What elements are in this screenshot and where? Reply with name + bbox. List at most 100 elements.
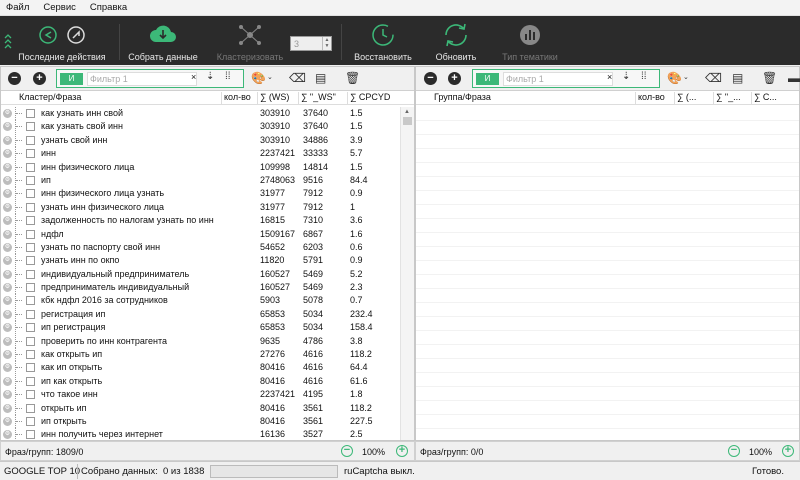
table-row[interactable]: ⚙ ип 2748063 9516 84.4	[1, 173, 400, 187]
menu-file[interactable]: Файл	[6, 2, 29, 13]
column-header-exact-ws[interactable]: ∑ "_WS"	[301, 92, 336, 102]
table-row[interactable]: ⚙ узнать по паспорту свой инн 54652 6203 0.6	[1, 240, 400, 254]
chevron-down-icon[interactable]: ⌄	[683, 73, 689, 81]
scroll-up-icon[interactable]: ▲	[404, 109, 410, 115]
table-row[interactable]: ⚙ предприниматель индивидуальный 160527 546…	[1, 281, 400, 295]
column-header-cluster[interactable]: Кластер/Фраза	[19, 92, 81, 102]
row-settings-icon[interactable]: ⚙	[3, 350, 12, 360]
expand-all-button[interactable]: +	[33, 72, 46, 85]
row-settings-icon[interactable]: ⚙	[3, 269, 12, 279]
table-row[interactable]: ⚙ инн физического лица 109998 14814 1.5	[1, 160, 400, 174]
table-row[interactable]: ⚙ узнать свой инн 303910 34886 3.9	[1, 133, 400, 147]
row-settings-icon[interactable]: ⚙	[3, 403, 12, 413]
row-settings-icon[interactable]: ⚙	[3, 189, 12, 199]
cluster-button[interactable]: Кластеризовать	[212, 16, 288, 65]
filter-sort-icon[interactable]: ⇣	[622, 71, 630, 82]
row-settings-icon[interactable]: ⚙	[3, 283, 12, 293]
recent-actions-button[interactable]: Последние действия	[14, 16, 110, 65]
column-header-ws[interactable]: ∑ (WS)	[260, 92, 289, 102]
row-settings-icon[interactable]: ⚙	[3, 229, 12, 239]
collapse-all-button[interactable]: −	[8, 72, 21, 85]
row-checkbox[interactable]	[26, 336, 35, 346]
row-settings-icon[interactable]: ⚙	[3, 122, 12, 132]
column-header-cpcyd[interactable]: ∑ CPCYD	[350, 92, 390, 102]
row-checkbox[interactable]	[26, 350, 35, 360]
export-icon[interactable]: ▤	[315, 71, 326, 85]
table-row[interactable]: ⚙ ип как открыть 80416 4616 61.6	[1, 374, 400, 388]
row-checkbox[interactable]	[26, 269, 35, 279]
row-checkbox[interactable]	[26, 323, 35, 333]
row-settings-icon[interactable]: ⚙	[3, 376, 12, 386]
palette-icon[interactable]: 🎨	[251, 71, 266, 85]
collapse-toolbar-button[interactable]	[2, 16, 14, 65]
table-row[interactable]: ⚙ инн 2237421 33333 5.7	[1, 147, 400, 161]
row-checkbox[interactable]	[26, 309, 35, 319]
save-icon[interactable]: ▬	[788, 71, 800, 85]
column-header-ws[interactable]: ∑ (...	[677, 92, 696, 102]
row-checkbox[interactable]	[26, 202, 35, 212]
filter-options-icon[interactable]: ⁞⁞	[641, 71, 647, 82]
export-icon[interactable]: ▤	[732, 71, 743, 85]
column-header-cpc[interactable]: ∑ С...	[754, 92, 777, 102]
table-row[interactable]: ⚙ как ип открыть 80416 4616 64.4	[1, 361, 400, 375]
row-checkbox[interactable]	[26, 390, 35, 400]
table-row[interactable]: ⚙ кбк ндфл 2016 за сотрудников 5903 5078 0.7	[1, 294, 400, 308]
clear-filter-icon[interactable]: ×	[191, 72, 196, 82]
column-header-count[interactable]: кол-во	[638, 92, 665, 102]
filter-options-icon[interactable]: ⁞⁞	[225, 71, 231, 82]
menu-help[interactable]: Справка	[90, 2, 127, 13]
row-settings-icon[interactable]: ⚙	[3, 390, 12, 400]
row-checkbox[interactable]	[26, 363, 35, 373]
menu-service[interactable]: Сервис	[43, 2, 76, 13]
row-settings-icon[interactable]: ⚙	[3, 363, 12, 373]
row-settings-icon[interactable]: ⚙	[3, 309, 12, 319]
row-checkbox[interactable]	[26, 149, 35, 159]
left-vertical-scrollbar[interactable]: ▲	[400, 107, 414, 440]
filter-sort-icon[interactable]: ⇣	[206, 71, 214, 82]
trash-icon[interactable]: 🗑	[345, 71, 360, 85]
collapse-all-button[interactable]: −	[424, 72, 437, 85]
row-checkbox[interactable]	[26, 416, 35, 426]
spin-arrows-icon[interactable]: ▲ ▼	[322, 37, 331, 50]
zoom-out-button[interactable]: −	[341, 445, 353, 457]
row-checkbox[interactable]	[26, 135, 35, 145]
row-settings-icon[interactable]: ⚙	[3, 149, 12, 159]
chevron-down-icon[interactable]: ⌄	[267, 73, 273, 81]
table-row[interactable]: ⚙ как узнать инн свой 303910 37640 1.5	[1, 107, 400, 120]
row-settings-icon[interactable]: ⚙	[3, 109, 12, 118]
table-row[interactable]: ⚙ что такое инн 2237421 4195 1.8	[1, 388, 400, 402]
column-header-exact-ws[interactable]: ∑ "_...	[716, 92, 741, 102]
eraser-icon[interactable]: ⌫	[289, 71, 306, 85]
filter-input[interactable]: Фильтр 1	[87, 72, 197, 86]
table-row[interactable]: ⚙ открыть ип 80416 3561 118.2	[1, 401, 400, 415]
restore-button[interactable]: Восстановить	[348, 16, 418, 65]
clear-filter-icon[interactable]: ×	[607, 72, 612, 82]
row-checkbox[interactable]	[26, 242, 35, 252]
row-settings-icon[interactable]: ⚙	[3, 242, 12, 252]
row-checkbox[interactable]	[26, 430, 35, 440]
table-row[interactable]: ⚙ задолженность по налогам узнать по инн 1…	[1, 214, 400, 228]
table-row[interactable]: ⚙ проверить по инн контрагента 9635 4786 3.8	[1, 334, 400, 348]
row-checkbox[interactable]	[26, 376, 35, 386]
row-checkbox[interactable]	[26, 175, 35, 185]
eraser-icon[interactable]: ⌫	[705, 71, 722, 85]
filter-logic-button[interactable]: И	[476, 73, 499, 85]
cluster-precision-input[interactable]: 3 ▲ ▼	[290, 36, 332, 51]
topic-type-button[interactable]: Тип тематики	[496, 16, 564, 65]
zoom-in-button[interactable]: +	[396, 445, 408, 457]
table-row[interactable]: ⚙ узнать инн по окпо 11820 5791 0.9	[1, 254, 400, 268]
row-checkbox[interactable]	[26, 122, 35, 132]
row-settings-icon[interactable]: ⚙	[3, 175, 12, 185]
filter-logic-button[interactable]: И	[60, 73, 83, 85]
row-checkbox[interactable]	[26, 256, 35, 266]
collect-data-button[interactable]: Собрать данные	[122, 16, 204, 65]
table-row[interactable]: ⚙ ндфл 1509167 6867 1.6	[1, 227, 400, 241]
row-settings-icon[interactable]: ⚙	[3, 416, 12, 426]
column-header-count[interactable]: кол-во	[224, 92, 251, 102]
row-settings-icon[interactable]: ⚙	[3, 162, 12, 172]
table-row[interactable]: ⚙ как узнать свой инн 303910 37640 1.5	[1, 120, 400, 134]
row-settings-icon[interactable]: ⚙	[3, 256, 12, 266]
row-settings-icon[interactable]: ⚙	[3, 336, 12, 346]
table-row[interactable]: ⚙ индивидуальный предприниматель 160527 546…	[1, 267, 400, 281]
trash-icon[interactable]: 🗑	[762, 71, 777, 85]
